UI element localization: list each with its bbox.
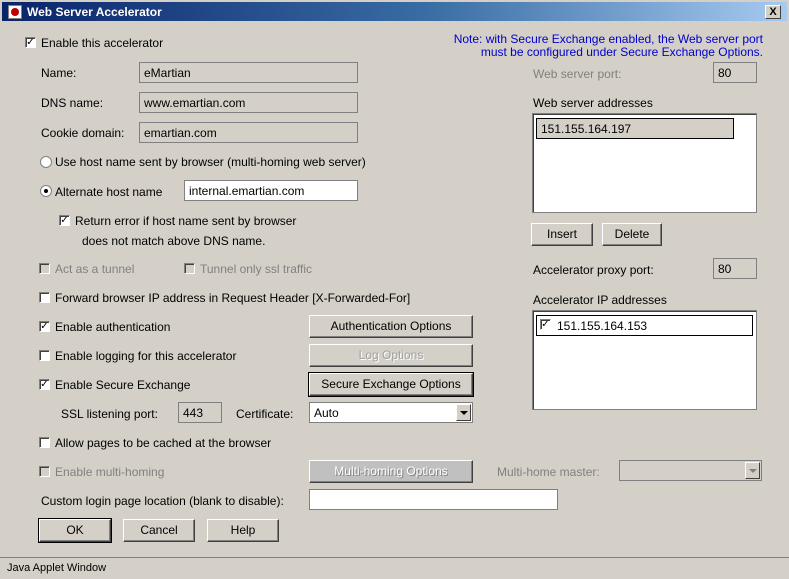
web-server-port-label: Web server port: xyxy=(533,67,622,81)
certificate-label: Certificate: xyxy=(236,407,294,421)
chevron-down-icon[interactable] xyxy=(456,404,471,421)
status-bar: Java Applet Window xyxy=(0,557,789,579)
enable-multi-homing-checkbox[interactable] xyxy=(39,466,50,477)
chevron-down-icon[interactable] xyxy=(745,462,760,479)
web-server-addresses-list[interactable]: 151.155.164.197 xyxy=(532,113,757,213)
act-as-tunnel-label: Act as a tunnel xyxy=(55,262,135,276)
enable-auth-label: Enable authentication xyxy=(55,320,171,334)
alternate-host-radio[interactable] xyxy=(40,185,52,197)
java-app-icon xyxy=(8,5,22,19)
return-error-label-line2: does not match above DNS name. xyxy=(82,234,266,248)
multi-home-master-select[interactable] xyxy=(619,460,762,481)
allow-cache-checkbox[interactable] xyxy=(39,437,50,448)
title-bar: Web Server Accelerator X xyxy=(0,0,789,22)
name-label: Name: xyxy=(41,66,77,80)
use-host-name-label: Use host name sent by browser (multi-hom… xyxy=(55,155,366,169)
use-host-name-radio[interactable] xyxy=(40,156,52,168)
web-server-addresses-label: Web server addresses xyxy=(533,96,653,110)
return-error-label-line1: Return error if host name sent by browse… xyxy=(75,214,297,228)
ssl-port-field[interactable]: 443 xyxy=(178,402,222,423)
custom-login-input[interactable] xyxy=(309,489,558,510)
forward-ip-checkbox[interactable] xyxy=(39,292,50,303)
tunnel-ssl-label: Tunnel only ssl traffic xyxy=(200,262,313,276)
enable-secure-exchange-label: Enable Secure Exchange xyxy=(55,378,191,392)
dns-name-field[interactable]: www.emartian.com xyxy=(139,92,358,113)
enable-logging-checkbox[interactable] xyxy=(39,350,50,361)
proxy-port-label: Accelerator proxy port: xyxy=(533,263,654,277)
delete-button[interactable]: Delete xyxy=(602,223,662,246)
allow-cache-label: Allow pages to be cached at the browser xyxy=(55,436,272,450)
enable-accelerator-checkbox[interactable]: ✓ xyxy=(25,37,36,48)
log-options-button[interactable]: Log Options xyxy=(309,344,473,367)
return-error-checkbox[interactable]: ✓ xyxy=(59,215,70,226)
enable-logging-label: Enable logging for this accelerator xyxy=(55,349,237,363)
insert-button[interactable]: Insert xyxy=(531,223,593,246)
enable-accelerator-label: Enable this accelerator xyxy=(41,36,164,50)
ok-button[interactable]: OK xyxy=(38,518,112,543)
accelerator-ips-list[interactable]: ✓ 151.155.164.153 xyxy=(532,310,757,410)
alternate-host-label: Alternate host name xyxy=(55,185,163,199)
act-as-tunnel-checkbox[interactable] xyxy=(39,263,50,274)
cookie-domain-label: Cookie domain: xyxy=(41,126,125,140)
forward-ip-label: Forward browser IP address in Request He… xyxy=(55,291,411,305)
help-button[interactable]: Help xyxy=(207,519,279,542)
enable-multi-homing-label: Enable multi-homing xyxy=(55,465,165,479)
accelerator-ip-address: 151.155.164.153 xyxy=(557,319,648,333)
list-item[interactable]: 151.155.164.197 xyxy=(536,118,734,139)
name-field[interactable]: eMartian xyxy=(139,62,358,83)
certificate-value: Auto xyxy=(314,406,339,420)
list-item[interactable]: ✓ 151.155.164.153 xyxy=(536,315,753,336)
window-title: Web Server Accelerator xyxy=(27,5,162,19)
secure-exchange-options-button[interactable]: Secure Exchange Options xyxy=(308,372,474,397)
proxy-port-field[interactable]: 80 xyxy=(713,258,757,279)
enable-auth-checkbox[interactable]: ✓ xyxy=(39,321,50,332)
cancel-button[interactable]: Cancel xyxy=(123,519,195,542)
multi-homing-options-button[interactable]: Multi-homing Options xyxy=(309,460,473,483)
accelerator-ip-checkbox[interactable]: ✓ xyxy=(540,319,551,330)
accelerator-ips-label: Accelerator IP addresses xyxy=(533,293,667,307)
authentication-options-button[interactable]: Authentication Options xyxy=(309,315,473,338)
alternate-host-input[interactable]: internal.emartian.com xyxy=(184,180,358,201)
tunnel-ssl-checkbox[interactable] xyxy=(184,263,195,274)
certificate-select[interactable]: Auto xyxy=(309,402,473,423)
dns-name-label: DNS name: xyxy=(41,96,104,110)
ssl-port-label: SSL listening port: xyxy=(61,407,158,421)
status-text: Java Applet Window xyxy=(7,562,107,574)
close-button[interactable]: X xyxy=(765,5,781,19)
custom-login-label: Custom login page location (blank to dis… xyxy=(41,494,284,508)
secure-exchange-note-line2: must be configured under Secure Exchange… xyxy=(480,45,763,59)
web-server-address: 151.155.164.197 xyxy=(541,122,632,136)
enable-secure-exchange-checkbox[interactable]: ✓ xyxy=(39,379,50,390)
cookie-domain-field[interactable]: emartian.com xyxy=(139,122,358,143)
multi-home-master-label: Multi-home master: xyxy=(497,465,600,479)
secure-exchange-note-line1: Note: with Secure Exchange enabled, the … xyxy=(453,32,763,46)
web-server-port-field[interactable]: 80 xyxy=(713,62,757,83)
